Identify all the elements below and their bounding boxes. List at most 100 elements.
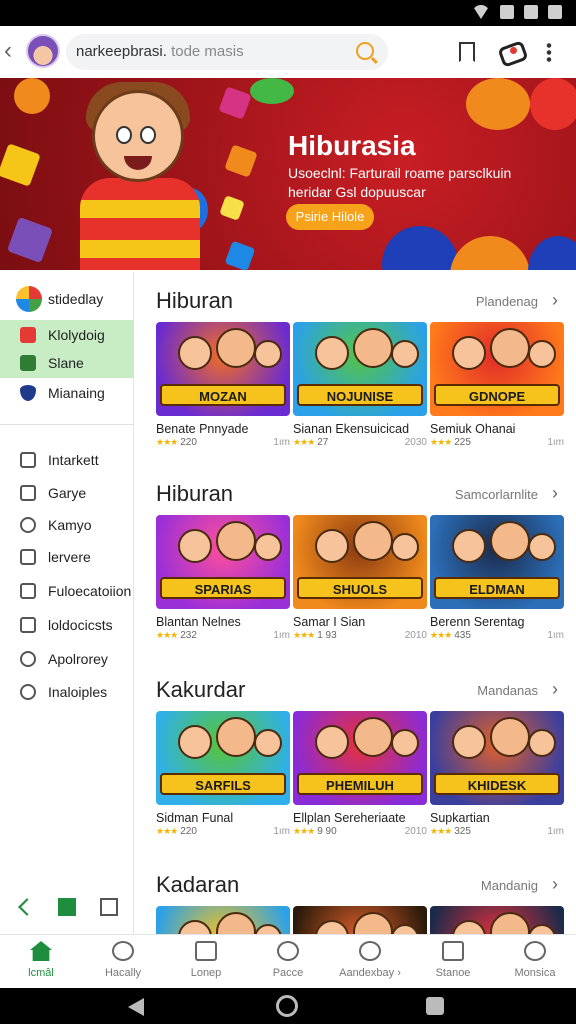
character-image (528, 924, 556, 934)
section-see-more-link[interactable]: Plandenag (476, 294, 538, 309)
game-card[interactable]: MUKEIRN (156, 906, 290, 934)
bottom-nav-item[interactable]: lcmâl (5, 935, 77, 989)
game-thumbnail-image[interactable]: SARFILS (156, 711, 290, 805)
system-recents-icon[interactable] (426, 997, 444, 1015)
bottom-nav-item[interactable]: Lonep (170, 935, 242, 989)
game-card[interactable]: GDNOPE Semiuk Ohanai ★★★ 225 1ım (430, 322, 564, 448)
game-title: Blantan Nelnes (156, 615, 241, 629)
game-card[interactable]: PHEMILUH Ellplan Sereheriaate ★★★ 9 90 2010 (293, 711, 427, 837)
game-title: Berenn Serentag (430, 615, 525, 629)
sidebar-item-4[interactable]: Fuloecatoiion (0, 576, 134, 606)
game-card[interactable]: NOJUNISE Sianan Ekensuicicad ★★★ 27 2030 (293, 322, 427, 448)
image-icon[interactable] (58, 898, 76, 916)
game-card[interactable]: SPARIAS Blantan Nelnes ★★★ 232 1ım (156, 515, 290, 641)
section-see-more-link[interactable]: Mandanas (477, 683, 538, 698)
sidebar-item-6[interactable]: Apolrorey (0, 644, 134, 674)
sidebar-item-top-1[interactable]: Klolydoig (0, 320, 134, 350)
avatar[interactable] (26, 34, 60, 68)
bottom-nav-item[interactable]: Pacce (252, 935, 324, 989)
search-input[interactable]: narkeepbrasi. (76, 43, 167, 60)
game-card[interactable]: KHIDESK Supkartian ★★★ 325 1ım (430, 711, 564, 837)
sidebar-item-label: stidedlay (48, 291, 104, 307)
system-home-icon[interactable] (276, 995, 298, 1017)
search-icon[interactable] (356, 42, 374, 60)
game-thumbnail-image[interactable]: GDNOPE (430, 322, 564, 416)
game-card[interactable]: SHUOLS Samar I Sian ★★★ 1 93 2010 (293, 515, 427, 641)
character-image (528, 533, 556, 561)
search-bar[interactable]: narkeepbrasi. tode masis (66, 34, 388, 70)
sidebar-item-2[interactable]: Kamyo (0, 510, 134, 540)
signal-icon (500, 5, 514, 19)
character-image (490, 328, 530, 368)
character-image (391, 340, 419, 368)
star-rating-icon: ★★★ (156, 630, 178, 640)
bottom-nav-item[interactable]: Hacally (87, 935, 159, 989)
game-thumbnail-image[interactable]: SPARIAS (156, 515, 290, 609)
sidebar-item-top-3[interactable]: Mianaing (0, 378, 134, 408)
arrow-left-icon[interactable] (18, 898, 36, 916)
game-thumbnail-image[interactable]: MUKEIRN (156, 906, 290, 934)
bottom-nav-label: Lonep (190, 967, 222, 979)
game-card[interactable]: ELDMAN Berenn Serentag ★★★ 435 1ım (430, 515, 564, 641)
character-image (178, 725, 212, 759)
sidebar-item-top-0[interactable]: stidedlay (0, 284, 134, 314)
gamepad-icon[interactable] (498, 40, 524, 62)
star-rating-icon: ★★★ (293, 826, 315, 836)
game-thumbnail-image[interactable]: ANDRIES (430, 906, 564, 934)
section-title: Kadaran (156, 872, 240, 897)
character-image (452, 529, 486, 563)
character-image (452, 336, 486, 370)
game-thumbnail-image[interactable]: SHUOLS (293, 515, 427, 609)
game-thumbnail-image[interactable]: NOJUNISE (293, 322, 427, 416)
game-size: 1ım (547, 437, 564, 448)
settings-icon (20, 684, 36, 700)
character-image (254, 924, 282, 934)
game-title: Sidman Funal (156, 811, 234, 825)
sidebar-item-top-2[interactable]: Slane (0, 348, 134, 378)
game-card[interactable]: ANDRIES (430, 906, 564, 934)
section-see-more-link[interactable]: Mandanig (481, 878, 538, 893)
bookmark-icon[interactable] (459, 42, 475, 62)
character-image (254, 340, 282, 368)
home-icon (30, 941, 52, 961)
star-rating-icon: ★★★ (430, 630, 452, 640)
section-see-more-link[interactable]: Samcorlarnlite (455, 487, 538, 502)
game-card[interactable]: SMEKEL (293, 906, 427, 934)
bottom-nav-item[interactable]: Monsica (499, 935, 571, 989)
character-image (178, 920, 212, 934)
game-thumbnail-image[interactable]: KHIDESK (430, 711, 564, 805)
chevron-right-icon[interactable]: › (552, 290, 558, 311)
sidebar-item-1[interactable]: Garye (0, 478, 134, 508)
game-thumbnail-image[interactable]: MOZAN (156, 322, 290, 416)
game-thumbnail-image[interactable]: ELDMAN (430, 515, 564, 609)
system-back-icon[interactable] (128, 998, 144, 1016)
game-thumbnail-image[interactable]: SMEKEL (293, 906, 427, 934)
chevron-right-icon[interactable]: › (552, 483, 558, 504)
section-title: Kakurdar (156, 677, 246, 702)
sidebar-item-5[interactable]: loldocicsts (0, 610, 134, 640)
game-card[interactable]: MOZAN Benate Pnnyade ★★★ 220 1ım (156, 322, 290, 448)
document-icon (20, 452, 36, 468)
game-logo-text: SARFILS (160, 773, 286, 795)
sidebar-item-0[interactable]: Intarkett (0, 445, 134, 475)
chevron-right-icon[interactable]: › (552, 679, 558, 700)
bottom-nav-item[interactable]: Stanoe (417, 935, 489, 989)
chevron-right-icon[interactable]: › (552, 874, 558, 895)
character-image (528, 340, 556, 368)
game-logo-text: PHEMILUH (297, 773, 423, 795)
section-title: Hiburan (156, 288, 234, 313)
sidebar-item-3[interactable]: lervere (0, 542, 134, 572)
calendar-icon[interactable] (100, 898, 118, 916)
more-vert-icon[interactable] (546, 42, 552, 62)
star-rating-icon: ★★★ (430, 437, 452, 447)
game-thumbnail-image[interactable]: PHEMILUH (293, 711, 427, 805)
back-icon[interactable]: ‹ (4, 38, 22, 66)
game-title: Semiuk Ohanai (430, 422, 516, 436)
hero-cta-button[interactable]: Psirie Hilole (286, 204, 374, 230)
hero-banner[interactable]: Hiburasia Usoeclnl: Farturail roame pars… (0, 78, 576, 270)
sidebar-item-7[interactable]: Inaloiples (0, 677, 134, 707)
bottom-nav-label: Stanoe (435, 967, 471, 979)
game-card[interactable]: SARFILS Sidman Funal ★★★ 220 1ım (156, 711, 290, 837)
balloon-image (250, 78, 294, 104)
bottom-nav-item[interactable]: Aandexbay › (334, 935, 406, 989)
